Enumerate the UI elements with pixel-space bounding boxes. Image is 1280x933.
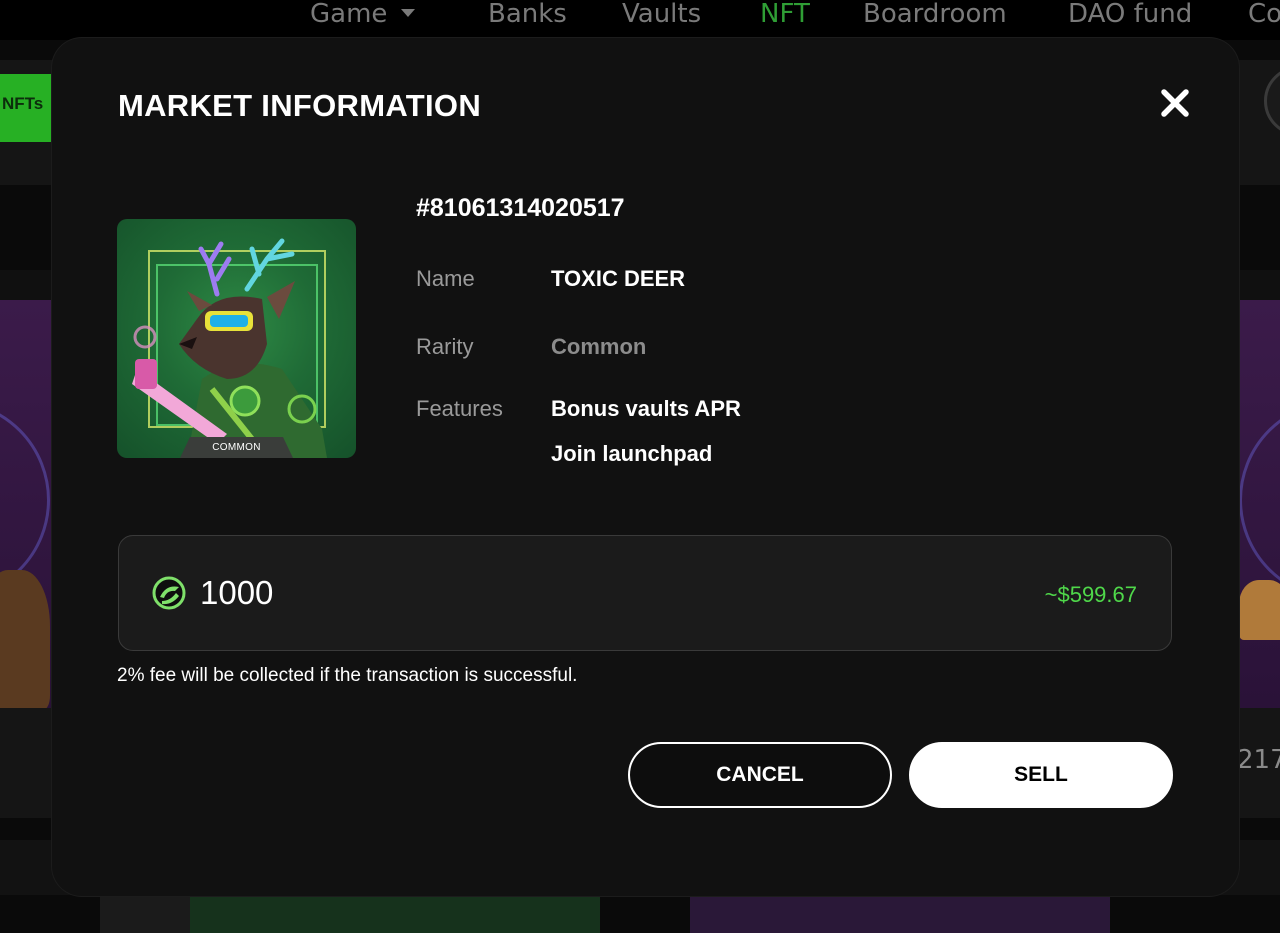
rarity-badge: COMMON [180, 437, 293, 458]
background-nft-card[interactable] [1239, 300, 1280, 708]
nft-image: COMMON [117, 219, 356, 458]
close-icon [1161, 89, 1189, 117]
fee-note: 2% fee will be collected if the transact… [117, 665, 578, 686]
chevron-down-icon [401, 9, 416, 17]
background-nft-number: 21717 [1237, 745, 1280, 775]
market-information-modal: MARKET INFORMATION COMMON #8106131402051… [52, 38, 1239, 896]
price-input[interactable] [200, 569, 700, 617]
nav-item-vaults[interactable]: Vaults [622, 0, 701, 28]
token-icon [152, 576, 186, 610]
nav-item-nft[interactable]: NFT [760, 0, 810, 28]
name-value: TOXIC DEER [551, 266, 686, 291]
price-input-box[interactable]: ~$599.67 [118, 535, 1172, 651]
close-button[interactable] [1158, 86, 1192, 120]
background-card-strip [100, 895, 190, 933]
nft-id: #81061314020517 [416, 194, 625, 222]
sell-button[interactable]: SELL [909, 742, 1173, 808]
nav-item-partial[interactable]: Co [1248, 0, 1280, 28]
feature-item: Bonus vaults APR [551, 396, 741, 421]
name-label: Name [416, 266, 475, 291]
top-navigation: Game Banks Vaults NFT Boardroom DAO fund… [0, 0, 1280, 40]
rarity-value: Common [551, 334, 647, 359]
toxic-deer-artwork [132, 238, 327, 458]
background-nft-card[interactable] [0, 300, 52, 708]
nav-item-game[interactable]: Game [310, 0, 416, 29]
nav-item-banks[interactable]: Banks [488, 0, 567, 28]
features-label: Features [416, 396, 503, 421]
tab-nfts[interactable]: NFTs [0, 74, 52, 142]
feature-item: Join launchpad [551, 441, 713, 466]
nav-item-label: Game [310, 0, 388, 29]
modal-title: MARKET INFORMATION [118, 88, 482, 123]
background-card-strip [690, 895, 1110, 933]
usd-estimate: ~$599.67 [1044, 582, 1137, 607]
nav-item-boardroom[interactable]: Boardroom [863, 0, 1007, 28]
background-card-strip [190, 895, 600, 933]
rarity-label: Rarity [416, 334, 474, 359]
cancel-button[interactable]: CANCEL [628, 742, 892, 808]
nav-item-dao-fund[interactable]: DAO fund [1068, 0, 1192, 28]
